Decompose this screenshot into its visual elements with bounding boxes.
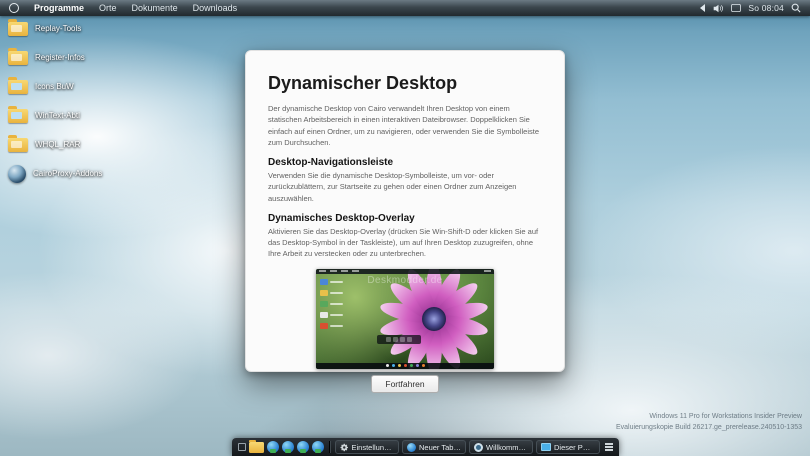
system-tray: So 08:04 [699, 3, 801, 13]
tray-expander-icon[interactable] [699, 4, 706, 12]
cairo-ring-icon [8, 164, 26, 183]
preview-taskbar [316, 362, 494, 369]
desktop-icon-register-infos[interactable]: Register-Infos [8, 47, 102, 66]
keyboard-layout-icon[interactable] [731, 4, 742, 12]
app-icon[interactable] [282, 441, 294, 453]
taskbar: Einstellungen Neuer Tab - Persö… Willkom… [232, 438, 619, 456]
menu-orte[interactable]: Orte [99, 0, 117, 16]
dialog-intro: Der dynamische Desktop von Cairo verwand… [268, 104, 539, 147]
desktop-icon-label: Replay-Tools [35, 24, 82, 33]
watermark-line1: Windows 11 Pro for Workstations Insider … [649, 413, 802, 421]
folder-icon [8, 18, 28, 36]
computer-icon [541, 443, 551, 451]
task-button-welcome[interactable]: Willkommen zu C… [469, 440, 533, 454]
desktop-screen: Programme Orte Dokumente Downloads So 08… [0, 0, 810, 456]
windows-watermark: Windows 11 Pro for Workstations Insider … [616, 412, 802, 434]
app-icon[interactable] [297, 441, 309, 453]
folder-icon [8, 134, 28, 152]
cairo-menu-icon[interactable] [9, 3, 19, 13]
task-button-browser-tab[interactable]: Neuer Tab - Persö… [402, 440, 466, 454]
app-icon[interactable] [312, 441, 324, 453]
menu-bar-left: Programme Orte Dokumente Downloads [9, 0, 237, 16]
show-desktop-icon[interactable] [238, 443, 246, 451]
taskbar-separator [329, 441, 330, 453]
menu-downloads[interactable]: Downloads [193, 0, 238, 16]
preview-menu-bar [316, 268, 494, 274]
desktop-icon-label: Icons BuW [35, 82, 74, 91]
watermark-line2: Evaluierungskopie Build 26217.ge_prerele… [615, 424, 802, 432]
task-button-label: Dieser PC - Datei… [554, 442, 595, 452]
browser-tab-icon [407, 442, 416, 452]
desktop-icon-whql-rar[interactable]: WHQL_RAR [8, 134, 102, 153]
preview-navigation-toolbar [376, 334, 421, 344]
task-button-label: Willkommen zu C… [486, 442, 528, 452]
menu-programme[interactable]: Programme [34, 0, 84, 16]
folder-icon[interactable] [249, 439, 264, 453]
section-heading-navbar: Desktop-Navigationsleiste [268, 157, 394, 168]
desktop-preview-image: Deskmodder.de [316, 268, 494, 369]
task-button-explorer[interactable]: Dieser PC - Datei… [536, 440, 600, 454]
desktop-icon-column: Replay-Tools Register-Infos Icons BuW Wi… [8, 18, 103, 183]
app-icon[interactable] [267, 441, 279, 453]
section-body-navbar: Verwenden Sie die dynamische Desktop-Sym… [268, 171, 517, 203]
task-button-settings[interactable]: Einstellungen [335, 440, 399, 454]
folder-icon [8, 47, 28, 65]
desktop-icon-replay-tools[interactable]: Replay-Tools [8, 18, 102, 37]
folder-icon [8, 76, 28, 94]
task-button-label: Neuer Tab - Persö… [419, 442, 461, 452]
desktop-icon-cairo-addons[interactable]: CairoProxy-Addons [8, 164, 103, 183]
section-body-overlay: Aktivieren Sie das Desktop-Overlay (drüc… [268, 226, 539, 259]
desktop-icon-label: CairoProxy-Addons [33, 169, 103, 178]
gear-icon [340, 443, 348, 451]
menu-dokumente[interactable]: Dokumente [132, 0, 178, 16]
desktop-icon-wintext[interactable]: WinText-Abtl [8, 105, 102, 124]
continue-button[interactable]: Fortfahren [371, 374, 439, 393]
welcome-ring-icon [474, 442, 483, 452]
volume-icon[interactable] [713, 4, 724, 13]
section-heading-overlay: Dynamisches Desktop-Overlay [268, 212, 415, 224]
desktop-icon-label: WHQL_RAR [35, 140, 81, 149]
desktop-icon-label: Register-Infos [35, 53, 85, 62]
cairo-menu-bar: Programme Orte Dokumente Downloads So 08… [0, 0, 810, 16]
folder-icon [8, 105, 28, 123]
task-button-label: Einstellungen [351, 442, 395, 452]
search-icon[interactable] [791, 3, 801, 13]
preview-desktop-icons [320, 278, 343, 329]
dynamic-desktop-dialog: Dynamischer Desktop Der dynamische Deskt… [245, 50, 565, 393]
hamburger-menu-icon[interactable] [605, 443, 613, 451]
desktop-icon-icons-buw[interactable]: Icons BuW [8, 76, 102, 95]
clock[interactable]: So 08:04 [748, 3, 784, 13]
dialog-title: Dynamischer Desktop [268, 73, 458, 93]
desktop-icon-label: WinText-Abtl [35, 111, 80, 120]
